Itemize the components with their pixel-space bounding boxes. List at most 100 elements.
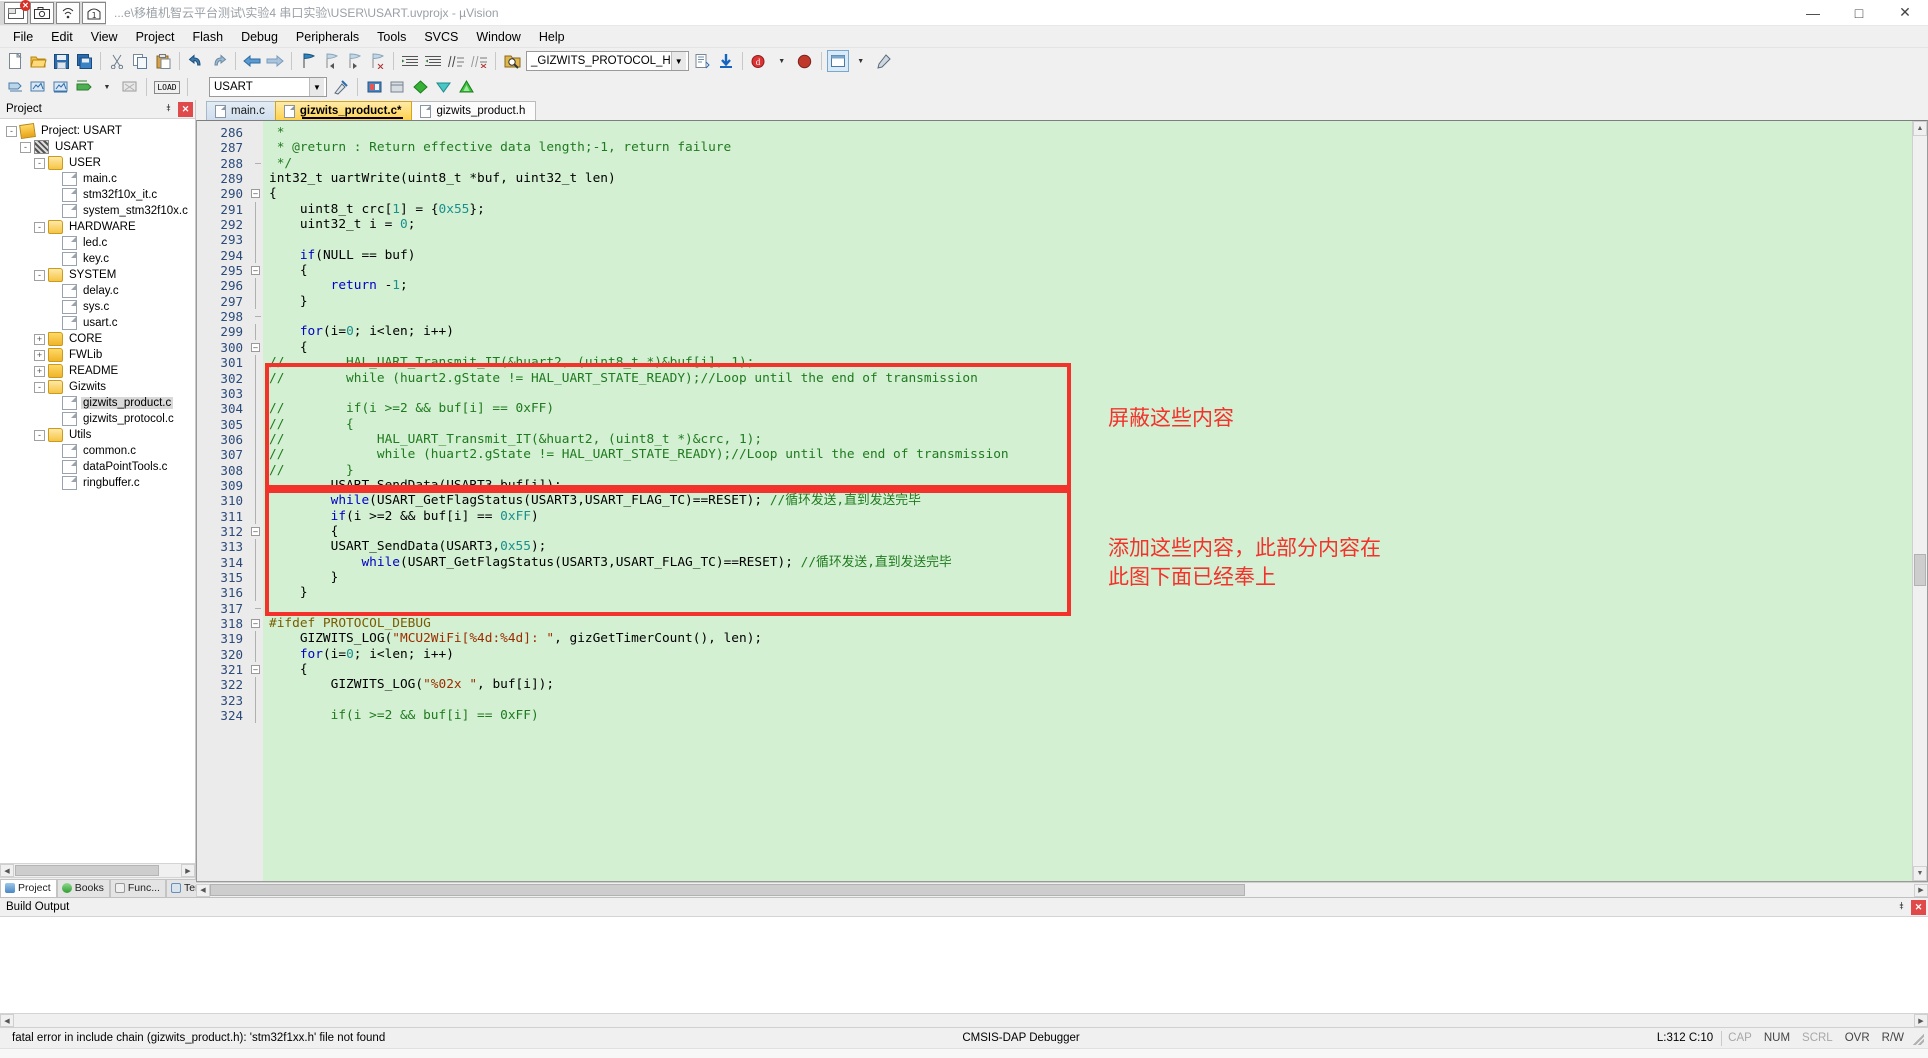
collapse-icon[interactable]: - <box>34 221 45 233</box>
pin-icon[interactable]: ⯒ <box>161 102 176 117</box>
bookmark-prev-icon[interactable] <box>320 50 342 72</box>
close-button[interactable]: ✕ <box>1882 0 1928 26</box>
target-options-icon[interactable] <box>330 76 352 98</box>
tree-item[interactable]: stm32f10x_it.c <box>6 187 195 203</box>
pane-tab-books[interactable]: Books <box>56 879 110 897</box>
code-line[interactable]: for(i=0; i<len; i++) <box>263 324 1912 339</box>
code-line[interactable]: uint8_t crc[1] = {0x55}; <box>263 202 1912 217</box>
target-combo[interactable]: USART ▼ <box>209 77 327 97</box>
menu-svcs[interactable]: SVCS <box>415 28 467 46</box>
editor-scroll-left-icon[interactable]: ◀ <box>196 883 210 897</box>
comment-icon[interactable] <box>445 50 467 72</box>
build-dropdown-icon[interactable]: ▼ <box>96 76 118 98</box>
fold-marker[interactable]: – <box>249 616 263 631</box>
tree-item[interactable]: gizwits_protocol.c <box>6 411 195 427</box>
code-line[interactable]: } <box>263 585 1912 600</box>
menu-edit[interactable]: Edit <box>42 28 82 46</box>
code-line[interactable]: // { <box>263 417 1912 432</box>
menu-flash[interactable]: Flash <box>183 28 232 46</box>
tree-item[interactable]: - Project: USART <box>6 123 195 139</box>
redo-icon[interactable] <box>208 50 230 72</box>
pane-tab-functions[interactable]: Func... <box>109 879 166 897</box>
navigate-forward-icon[interactable] <box>264 50 286 72</box>
menu-view[interactable]: View <box>82 28 127 46</box>
rebuild-icon[interactable] <box>50 76 72 98</box>
code-line[interactable]: { <box>263 186 1912 201</box>
tree-item[interactable]: main.c <box>6 171 195 187</box>
fold-collapse-icon[interactable]: – <box>251 619 260 628</box>
tree-scroll-right-icon[interactable]: ▶ <box>181 864 195 877</box>
insert-file-icon[interactable] <box>692 50 714 72</box>
code-line[interactable]: // while (huart2.gState != HAL_UART_STAT… <box>263 447 1912 462</box>
download-icon[interactable] <box>715 50 737 72</box>
configure-icon[interactable] <box>873 50 895 72</box>
document-tab[interactable]: main.c <box>206 101 276 120</box>
cut-icon[interactable] <box>106 50 128 72</box>
tree-item[interactable]: delay.c <box>6 283 195 299</box>
collapse-icon[interactable]: - <box>34 429 45 441</box>
document-tab[interactable]: gizwits_product.c* <box>274 101 413 120</box>
tree-item[interactable]: - USART <box>6 139 195 155</box>
code-line[interactable]: for(i=0; i<len; i++) <box>263 647 1912 662</box>
code-line[interactable]: uint32_t i = 0; <box>263 217 1912 232</box>
code-line[interactable]: if(i >=2 && buf[i] == 0xFF) <box>263 708 1912 723</box>
expand-icon[interactable]: + <box>34 333 45 345</box>
packs-teal-icon[interactable] <box>432 76 454 98</box>
stop-debug-icon[interactable] <box>794 50 816 72</box>
code-line[interactable]: #ifdef PROTOCOL_DEBUG <box>263 616 1912 631</box>
code-line[interactable]: // HAL_UART_Transmit_IT(&huart2, (uint8_… <box>263 432 1912 447</box>
code-line[interactable]: int32_t uartWrite(uint8_t *buf, uint32_t… <box>263 171 1912 186</box>
pane-tab-project[interactable]: Project <box>0 879 57 897</box>
tree-item[interactable]: gizwits_product.c <box>6 395 195 411</box>
code-line[interactable]: USART_SendData(USART3,buf[i]); <box>263 478 1912 493</box>
code-line[interactable]: while(USART_GetFlagStatus(USART3,USART_F… <box>263 555 1912 570</box>
code-editor[interactable]: 286 287 288 289 290 291 292 293 294 295 296 297 298 2… <box>196 120 1928 882</box>
code-line[interactable]: return -1; <box>263 278 1912 293</box>
fold-collapse-icon[interactable]: – <box>251 266 260 276</box>
fold-collapse-icon[interactable]: – <box>251 526 260 536</box>
close-icon[interactable]: ✕ <box>178 101 193 117</box>
load-flash-icon[interactable]: LOAD <box>152 76 182 98</box>
bookmark-toggle-icon[interactable] <box>297 50 319 72</box>
fold-marker[interactable]: – <box>249 662 263 677</box>
fold-collapse-icon[interactable]: – <box>251 665 260 675</box>
tree-item[interactable]: + CORE <box>6 331 195 347</box>
code-line[interactable]: { <box>263 340 1912 355</box>
code-line[interactable] <box>263 309 1912 324</box>
code-line[interactable]: * <box>263 125 1912 140</box>
tree-item[interactable]: - USER <box>6 155 195 171</box>
vscroll-thumb[interactable] <box>1914 554 1926 586</box>
translate-icon[interactable] <box>4 76 26 98</box>
tree-hscrollbar[interactable]: ◀ ▶ <box>0 863 195 877</box>
expand-icon[interactable]: + <box>34 349 45 361</box>
save-all-icon[interactable] <box>73 50 95 72</box>
build-hscrollbar[interactable]: ◀ ▶ <box>0 1013 1928 1027</box>
code-line[interactable] <box>263 386 1912 401</box>
tree-item[interactable]: - SYSTEM <box>6 267 195 283</box>
tree-item[interactable]: ringbuffer.c <box>6 475 195 491</box>
code-line[interactable]: // while (huart2.gState != HAL_UART_STAT… <box>263 371 1912 386</box>
stop-build-icon[interactable] <box>119 76 141 98</box>
resize-grip[interactable] <box>1910 1031 1924 1045</box>
pack-installer-icon[interactable] <box>455 76 477 98</box>
bookmark-next-icon[interactable] <box>343 50 365 72</box>
fold-marker[interactable]: – <box>249 186 263 201</box>
tree-item[interactable]: led.c <box>6 235 195 251</box>
tree-item[interactable]: - Utils <box>6 427 195 443</box>
fold-marker[interactable]: – <box>249 263 263 278</box>
copy-icon[interactable] <box>129 50 151 72</box>
collapse-icon[interactable]: - <box>6 125 17 137</box>
code-line[interactable]: if(NULL == buf) <box>263 248 1912 263</box>
collapse-icon[interactable]: - <box>34 381 45 393</box>
menu-help[interactable]: Help <box>530 28 574 46</box>
code-line[interactable] <box>263 232 1912 247</box>
menu-peripherals[interactable]: Peripherals <box>287 28 368 46</box>
code-line[interactable]: GIZWITS_LOG("%02x ", buf[i]); <box>263 677 1912 692</box>
menu-project[interactable]: Project <box>127 28 184 46</box>
editor-scroll-right-icon[interactable]: ▶ <box>1914 883 1928 897</box>
undo-icon[interactable] <box>185 50 207 72</box>
batch-build-icon[interactable] <box>73 76 95 98</box>
tree-item[interactable]: + README <box>6 363 195 379</box>
editor-hscrollbar[interactable]: ◀ ▶ <box>196 882 1928 897</box>
build-close-icon[interactable]: ✕ <box>1911 899 1926 915</box>
